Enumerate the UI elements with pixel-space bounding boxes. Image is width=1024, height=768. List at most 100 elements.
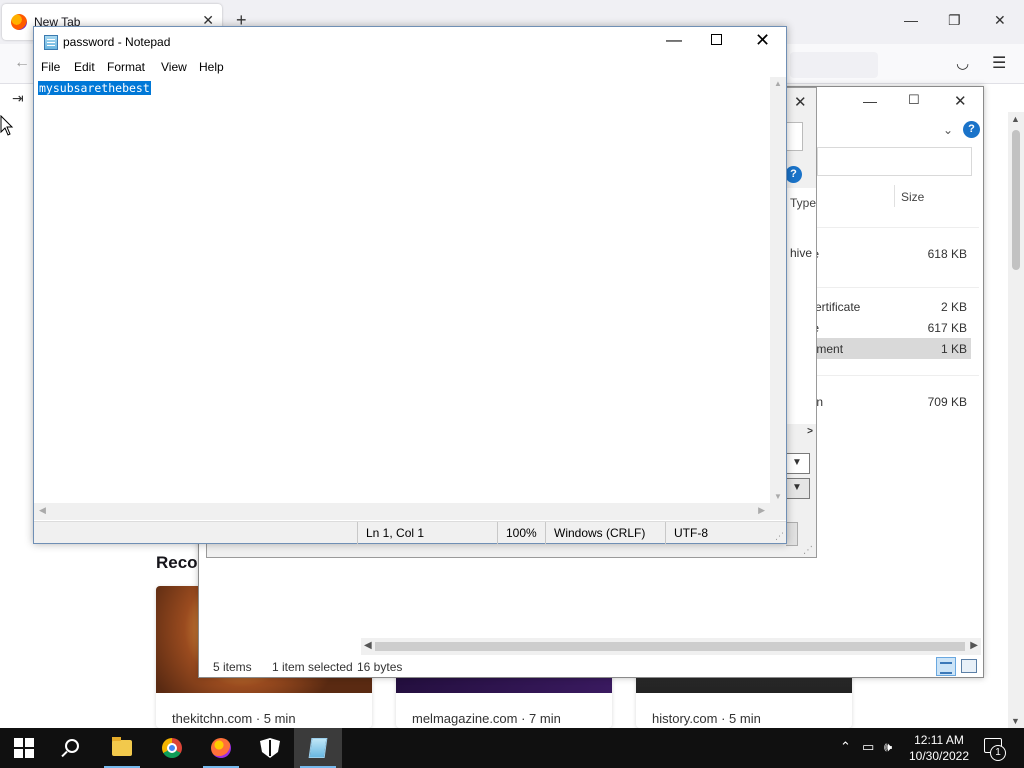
notepad-minimize-button[interactable]: — (666, 32, 682, 50)
scroll-right-icon[interactable]: > (807, 426, 813, 437)
notepad-status-bar: Ln 1, Col 1 100% Windows (CRLF) UTF-8 ⋰ (34, 521, 786, 544)
file-size: 709 KB (927, 395, 967, 409)
file-size: 1 KB (940, 342, 967, 356)
story-source: melmagazine.com · 7 min (412, 711, 561, 726)
taskbar-clock[interactable]: 12:11 AM 10/30/2022 (906, 732, 972, 764)
notepad-title-bar[interactable]: password - Notepad — ✕ (34, 27, 786, 57)
notepad-menu-bar: File Edit Format View Help (34, 57, 786, 77)
clock-time: 12:11 AM (914, 733, 964, 747)
sign-in-icon[interactable]: ⇥ (12, 90, 24, 107)
scroll-down-icon[interactable]: ▼ (774, 492, 782, 501)
status-selected-size: 16 bytes (357, 660, 403, 674)
resize-grip-icon[interactable]: ⋰ (803, 545, 813, 556)
explorer-maximize-button[interactable]: ☐ (908, 92, 920, 108)
chrome-icon (162, 738, 182, 758)
scroll-up-icon[interactable]: ▲ (774, 79, 782, 88)
folder-icon (112, 737, 132, 756)
search-icon (65, 739, 79, 753)
notepad-close-button[interactable]: ✕ (755, 30, 770, 51)
menu-help[interactable]: Help (199, 60, 224, 74)
column-divider[interactable] (894, 185, 895, 207)
menu-edit[interactable]: Edit (74, 60, 95, 74)
scroll-down-icon[interactable]: ▼ (1011, 716, 1020, 726)
hamburger-menu-icon[interactable]: ☰ (992, 53, 1006, 73)
back-arrow-icon[interactable]: ← (14, 54, 30, 72)
scroll-left-icon[interactable]: ◀ (364, 640, 372, 651)
dialog-address-box[interactable] (786, 122, 803, 151)
pocket-icon[interactable]: ◡ (956, 54, 969, 72)
shield-icon (260, 738, 280, 758)
menu-file[interactable]: File (41, 60, 60, 74)
selected-text[interactable]: mysubsarethebest (38, 81, 151, 95)
volume-icon[interactable]: 🕪 (884, 739, 892, 755)
details-view-button[interactable] (936, 657, 956, 676)
status-cursor-position: Ln 1, Col 1 (357, 522, 497, 544)
taskbar: ⌃ ▭ 🕪 12:11 AM 10/30/2022 1 (0, 728, 1024, 768)
resize-grip-icon[interactable]: ⋰ (775, 531, 784, 542)
scroll-left-icon[interactable]: ◀ (39, 505, 46, 516)
explorer-status-bar: 5 items 1 item selected 16 bytes (199, 655, 983, 677)
ribbon-expand-chevron-icon[interactable]: ⌄ (943, 123, 953, 137)
firefox-minimize-button[interactable]: — (904, 12, 918, 28)
taskbar-notepad[interactable] (294, 728, 342, 768)
large-icons-view-button[interactable] (961, 659, 977, 673)
status-item-count: 5 items (213, 660, 252, 674)
notepad-window: password - Notepad — ✕ File Edit Format … (33, 26, 787, 544)
scrollbar-thumb[interactable] (375, 642, 965, 651)
notepad-vertical-scrollbar[interactable]: ▲ ▼ (770, 77, 786, 503)
notepad-text-area[interactable]: mysubsarethebest (34, 77, 770, 503)
scroll-right-icon[interactable]: ▶ (970, 640, 978, 651)
help-icon[interactable]: ? (963, 121, 980, 138)
chevron-down-icon: ▼ (792, 457, 802, 468)
file-size: 617 KB (927, 321, 967, 335)
firefox-favicon-icon (11, 14, 27, 30)
taskbar-chrome[interactable] (148, 728, 196, 768)
search-button[interactable] (48, 728, 96, 768)
firefox-close-button[interactable]: ✕ (994, 12, 1006, 29)
scrollbar-corner (770, 503, 786, 520)
group-divider (789, 287, 979, 288)
dialog-filetype-combo[interactable]: ▼ (786, 478, 810, 499)
dialog-file-list (786, 188, 816, 424)
dialog-file-type: hive (790, 246, 813, 260)
network-icon[interactable]: ▭ (862, 739, 874, 755)
chevron-down-icon: ▼ (792, 482, 802, 493)
notepad-horizontal-scrollbar[interactable]: ◀ ▶ (34, 503, 770, 520)
taskbar-firefox[interactable] (197, 728, 245, 768)
status-encoding: UTF-8 (665, 522, 765, 544)
group-divider (789, 375, 979, 376)
firefox-icon (211, 738, 231, 758)
explorer-minimize-button[interactable]: — (863, 93, 877, 109)
menu-format[interactable]: Format (107, 60, 145, 74)
explorer-search-input[interactable] (817, 147, 972, 176)
taskbar-windows-security[interactable] (246, 728, 294, 768)
explorer-horizontal-scrollbar[interactable]: ◀ ▶ (361, 638, 981, 655)
file-size: 618 KB (927, 247, 967, 261)
windows-logo-icon (14, 738, 34, 758)
chevron-up-icon[interactable]: ⌃ (840, 739, 851, 755)
start-button[interactable] (0, 728, 48, 768)
notepad-maximize-button[interactable] (711, 34, 722, 45)
dialog-close-button[interactable]: ✕ (794, 93, 807, 111)
scrollbar-thumb[interactable] (1012, 130, 1020, 270)
explorer-close-button[interactable]: ✕ (954, 92, 967, 110)
status-zoom: 100% (497, 522, 545, 544)
firefox-restore-button[interactable]: ❐ (948, 12, 961, 29)
status-selected: 1 item selected (272, 660, 353, 674)
taskbar-file-explorer[interactable] (98, 728, 146, 768)
story-source: history.com · 5 min (652, 711, 761, 726)
url-bar[interactable] (790, 52, 878, 78)
notepad-icon (44, 35, 58, 50)
dialog-button[interactable] (786, 522, 798, 546)
dialog-column-header-type[interactable]: Type (790, 196, 816, 210)
firefox-vertical-scrollbar[interactable]: ▲ ▼ (1008, 112, 1024, 728)
scroll-right-icon[interactable]: ▶ (758, 505, 765, 516)
dialog-horizontal-scrollbar[interactable]: > (786, 424, 816, 442)
window-title: password - Notepad (63, 35, 171, 49)
column-header-size[interactable]: Size (901, 190, 924, 204)
dialog-help-icon[interactable]: ? (785, 166, 802, 183)
dialog-filename-combo[interactable]: ▼ (786, 453, 810, 474)
menu-view[interactable]: View (161, 60, 187, 74)
scroll-up-icon[interactable]: ▲ (1011, 114, 1020, 124)
story-source: thekitchn.com · 5 min (172, 711, 296, 726)
